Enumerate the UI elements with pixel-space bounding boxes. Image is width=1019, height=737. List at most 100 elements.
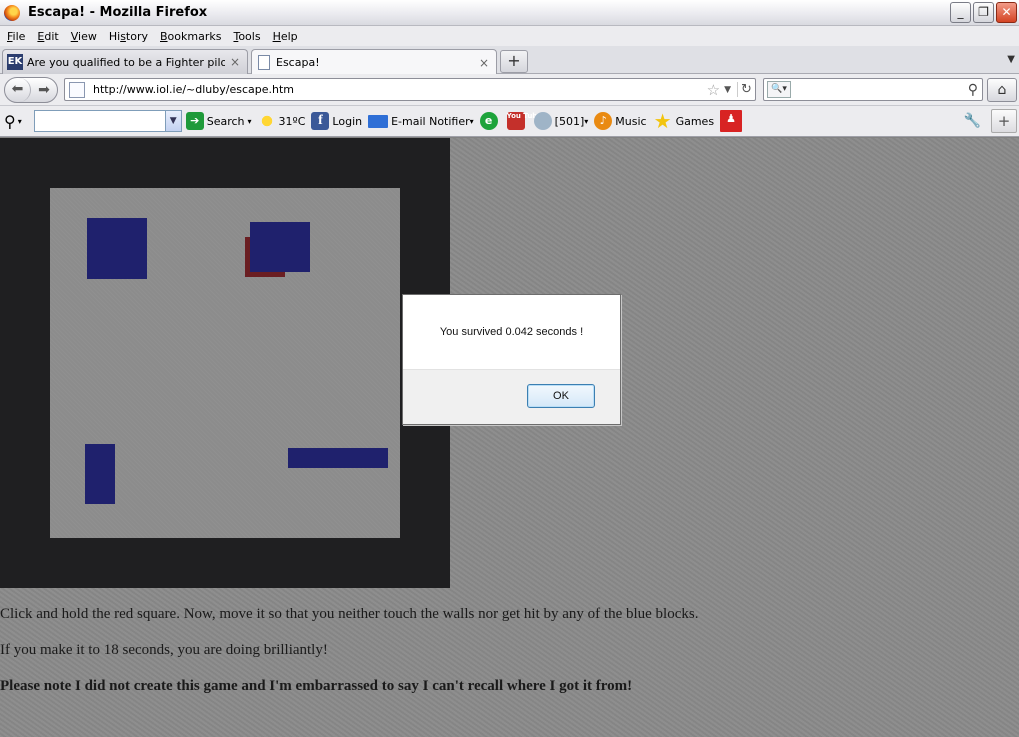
forward-arrow-icon[interactable]: ➡ <box>31 82 57 98</box>
alert-message: You survived 0.042 seconds ! <box>439 326 584 338</box>
firefox-logo-icon <box>4 4 20 21</box>
wrench-icon[interactable]: 🔧 <box>964 113 981 129</box>
magnifier-icon[interactable]: ⚲ <box>968 82 978 98</box>
go-arrow-icon: ➔ <box>185 112 204 130</box>
url-text[interactable]: http://www.iol.ie/~dluby/escape.htm <box>93 83 707 96</box>
addon-toolbar: ⚲ ▾ ▼ ➔ Search ▾ 31ºC f Login E-mail Notifi… <box>0 106 1019 137</box>
counter-button[interactable]: [501] ▾ <box>533 112 589 130</box>
email-dropdown-icon: ▾ <box>469 116 474 126</box>
star-icon: ★ <box>653 109 672 133</box>
menu-tools[interactable]: Tools <box>229 30 268 43</box>
green-swirl-icon: e <box>479 112 498 130</box>
game-wall-area <box>0 138 450 588</box>
tab-label: Escapa! <box>276 56 320 69</box>
combo-dropdown-icon[interactable]: ▼ <box>164 111 181 131</box>
window-title-bar: Escapa! - Mozilla Firefox _ ❐ ✕ <box>0 0 1019 26</box>
tab-strip: EK Are you qualified to be a Fighter pil… <box>0 46 1019 75</box>
search-bar[interactable]: 🔍▾ ⚲ <box>763 78 983 101</box>
games-label: Games <box>675 114 715 128</box>
search-button-label: Search <box>206 114 245 128</box>
youtube-icon: You Tube <box>506 112 542 130</box>
back-forward-group: ⬅ ➡ <box>4 77 58 103</box>
menu-label-pre: Hi <box>108 29 121 43</box>
reload-icon[interactable]: ↻ <box>737 82 755 97</box>
menu-help[interactable]: Help <box>269 30 306 43</box>
kid-button[interactable]: ♟ <box>720 110 745 132</box>
minimize-button[interactable]: _ <box>950 2 971 23</box>
url-bar[interactable]: http://www.iol.ie/~dluby/escape.htm ☆ ▼ … <box>64 78 756 101</box>
menu-label: elp <box>280 29 298 43</box>
menu-label: iew <box>78 29 97 43</box>
instruction-text: Click and hold the red square. Now, move… <box>0 606 699 622</box>
green-swirl-button[interactable]: e <box>479 112 501 130</box>
sun-icon <box>257 112 276 130</box>
game-field <box>50 188 400 538</box>
tab-label: Are you qualified to be a Fighter pilot?… <box>27 55 225 69</box>
toolbar-search-dropdown-icon[interactable]: ▾ <box>18 117 22 126</box>
tab-escapa[interactable]: Escapa! × <box>251 49 497 75</box>
envelope-icon <box>368 114 389 128</box>
games-button[interactable]: ★ Games <box>653 109 715 133</box>
counter-dropdown-icon: ▾ <box>584 116 589 126</box>
search-engine-icon[interactable]: 🔍▾ <box>767 81 791 98</box>
ok-button[interactable]: OK <box>527 384 595 408</box>
menu-accel: V <box>70 29 79 43</box>
search-button-dropdown-icon: ▾ <box>247 116 252 126</box>
new-tab-button[interactable]: + <box>500 50 528 73</box>
tab-list-dropdown-icon[interactable]: ▼ <box>1007 54 1015 65</box>
window-controls: _ ❐ ✕ <box>950 2 1017 23</box>
encouragement-text: If you make it to 18 seconds, you are do… <box>0 642 328 658</box>
menu-label: ools <box>238 29 261 43</box>
blue-block <box>85 444 115 504</box>
weather-temp: 31ºC <box>278 114 306 128</box>
youtube-button[interactable]: You Tube <box>506 112 542 130</box>
navigation-bar: ⬅ ➡ http://www.iol.ie/~dluby/escape.htm … <box>0 74 1019 106</box>
blue-block <box>288 448 388 468</box>
menu-label: tory <box>125 29 148 43</box>
tab-close-icon[interactable]: × <box>478 56 490 70</box>
disclaimer-note: Please note I did not create this game a… <box>0 678 633 694</box>
menu-edit[interactable]: Edit <box>33 30 66 43</box>
alert-dialog: You survived 0.042 seconds ! OK <box>402 294 621 425</box>
music-button[interactable]: ♪ Music <box>594 112 647 130</box>
close-window-button[interactable]: ✕ <box>996 2 1017 23</box>
menu-bar: File Edit View History Bookmarks Tools H… <box>0 26 1019 46</box>
tab-close-icon[interactable]: × <box>229 55 241 69</box>
tab-fighter-pilot[interactable]: EK Are you qualified to be a Fighter pil… <box>2 49 248 74</box>
blue-block <box>87 218 147 279</box>
toolbar-search-icon[interactable]: ⚲ <box>4 112 16 131</box>
menu-accel: H <box>272 29 281 43</box>
music-icon: ♪ <box>594 112 613 130</box>
email-notifier-button[interactable]: E-mail Notifier ▾ <box>368 114 474 128</box>
ek-favicon-icon: EK <box>7 54 23 70</box>
toolbar-add-button[interactable]: + <box>991 109 1017 133</box>
search-button[interactable]: ➔ Search ▾ <box>185 112 252 130</box>
url-history-dropdown-icon[interactable]: ▼ <box>724 85 731 95</box>
restore-button[interactable]: ❐ <box>973 2 994 23</box>
menu-file[interactable]: File <box>3 30 33 43</box>
counter-label: [501] <box>554 114 585 128</box>
page-content: Click and hold the red square. Now, move… <box>0 138 1019 737</box>
menu-label: ookmarks <box>167 29 222 43</box>
music-label: Music <box>615 114 647 128</box>
page-favicon-icon <box>258 55 270 70</box>
login-label: Login <box>332 114 363 128</box>
menu-label: dit <box>44 29 59 43</box>
menu-accel: B <box>160 29 168 43</box>
back-arrow-icon[interactable]: ⬅ <box>5 78 31 102</box>
hand-icon <box>533 112 552 130</box>
weather-button[interactable]: 31ºC <box>257 112 306 130</box>
home-button[interactable]: ⌂ <box>987 78 1017 102</box>
alert-footer: OK <box>403 369 620 424</box>
toolbar-search-combo[interactable]: ▼ <box>33 110 182 132</box>
menu-history[interactable]: History <box>105 30 156 43</box>
menu-bookmarks[interactable]: Bookmarks <box>156 30 229 43</box>
menu-view[interactable]: View <box>67 30 105 43</box>
blue-block <box>250 222 310 272</box>
bookmark-star-icon[interactable]: ☆ <box>707 81 720 99</box>
kid-figure-icon: ♟ <box>720 110 743 132</box>
facebook-login-button[interactable]: f Login <box>311 112 362 130</box>
window-title: Escapa! - Mozilla Firefox <box>28 5 208 20</box>
email-label: E-mail Notifier <box>391 114 470 128</box>
page-identity-icon[interactable] <box>69 81 85 98</box>
